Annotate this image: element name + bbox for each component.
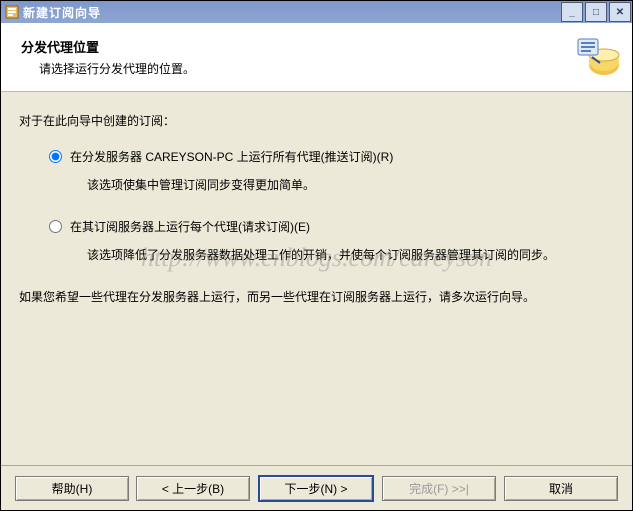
wizard-header: 分发代理位置 请选择运行分发代理的位置。 bbox=[1, 23, 632, 92]
header-subtitle: 请选择运行分发代理的位置。 bbox=[21, 60, 572, 77]
option-push-description: 该选项使集中管理订阅同步变得更加简单。 bbox=[87, 176, 614, 194]
minimize-button[interactable]: _ bbox=[561, 2, 583, 22]
wizard-body: 对于在此向导中创建的订阅： 在分发服务器 CAREYSON-PC 上运行所有代理… bbox=[1, 92, 632, 465]
header-title: 分发代理位置 bbox=[21, 37, 572, 56]
maximize-button[interactable]: □ bbox=[585, 2, 607, 22]
option-push-label: 在分发服务器 CAREYSON-PC 上运行所有代理(推送订阅)(R) bbox=[70, 148, 393, 166]
wizard-window: 新建订阅向导 _ □ ✕ 分发代理位置 请选择运行分发代理的位置。 bbox=[0, 0, 633, 511]
next-button[interactable]: 下一步(N) > bbox=[258, 475, 374, 502]
footer-note: 如果您希望一些代理在分发服务器上运行，而另一些代理在订阅服务器上运行，请多次运行… bbox=[19, 288, 614, 306]
radio-push[interactable] bbox=[49, 150, 62, 163]
title-bar: 新建订阅向导 _ □ ✕ bbox=[1, 1, 632, 23]
window-title: 新建订阅向导 bbox=[23, 4, 560, 21]
help-button[interactable]: 帮助(H) bbox=[15, 476, 129, 501]
option-pull-subscription[interactable]: 在其订阅服务器上运行每个代理(请求订阅)(E) bbox=[49, 218, 614, 236]
intro-text: 对于在此向导中创建的订阅： bbox=[19, 112, 614, 130]
window-buttons: _ □ ✕ bbox=[560, 1, 632, 23]
close-button[interactable]: ✕ bbox=[609, 2, 631, 22]
option-pull-description: 该选项降低了分发服务器数据处理工作的开销，并使每个订阅服务器管理其订阅的同步。 bbox=[87, 246, 614, 264]
option-push-subscription[interactable]: 在分发服务器 CAREYSON-PC 上运行所有代理(推送订阅)(R) bbox=[49, 148, 614, 166]
back-button[interactable]: < 上一步(B) bbox=[136, 476, 250, 501]
option-pull-label: 在其订阅服务器上运行每个代理(请求订阅)(E) bbox=[70, 218, 310, 236]
cancel-button[interactable]: 取消 bbox=[504, 476, 618, 501]
button-bar: 帮助(H) < 上一步(B) 下一步(N) > 完成(F) >>| 取消 bbox=[1, 465, 632, 510]
radio-pull[interactable] bbox=[49, 220, 62, 233]
finish-button: 完成(F) >>| bbox=[382, 476, 496, 501]
header-graphic-icon bbox=[572, 33, 620, 81]
header-text: 分发代理位置 请选择运行分发代理的位置。 bbox=[21, 37, 572, 77]
app-icon bbox=[5, 5, 19, 19]
